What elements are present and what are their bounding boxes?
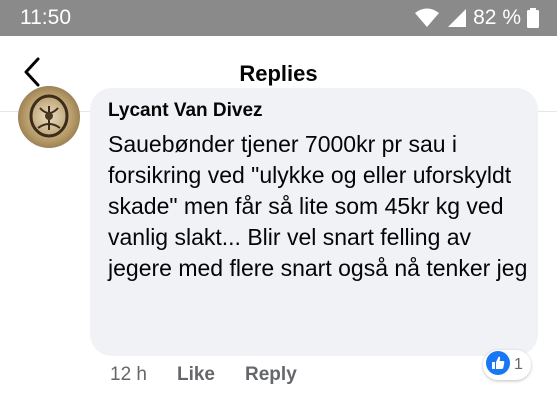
battery-icon — [527, 8, 539, 28]
comment-text: Sauebønder tjener 7000kr pr sau i forsik… — [108, 131, 528, 281]
wifi-icon — [415, 8, 440, 28]
like-button[interactable]: Like — [177, 364, 215, 386]
status-time: 11:50 — [20, 6, 71, 29]
comment-actions: 12 h Like Reply — [110, 364, 297, 386]
reply-button[interactable]: Reply — [245, 364, 297, 386]
comment-bubble: Lycant Van Divez Sauebønder tjener 7000k… — [90, 88, 538, 356]
reaction-count: 1 — [514, 356, 523, 373]
battery-level: 82 % — [473, 6, 521, 29]
comment-author[interactable]: Lycant Van Divez — [108, 100, 263, 122]
reaction-badge[interactable]: 1 — [483, 350, 531, 380]
avatar[interactable] — [18, 86, 80, 148]
page-title: Replies — [239, 61, 318, 86]
status-icons: 82 % — [415, 6, 539, 30]
like-icon — [486, 350, 510, 380]
comment-timestamp: 12 h — [110, 364, 147, 385]
status-bar: 11:50 82 % — [0, 0, 557, 36]
signal-icon — [445, 8, 467, 28]
